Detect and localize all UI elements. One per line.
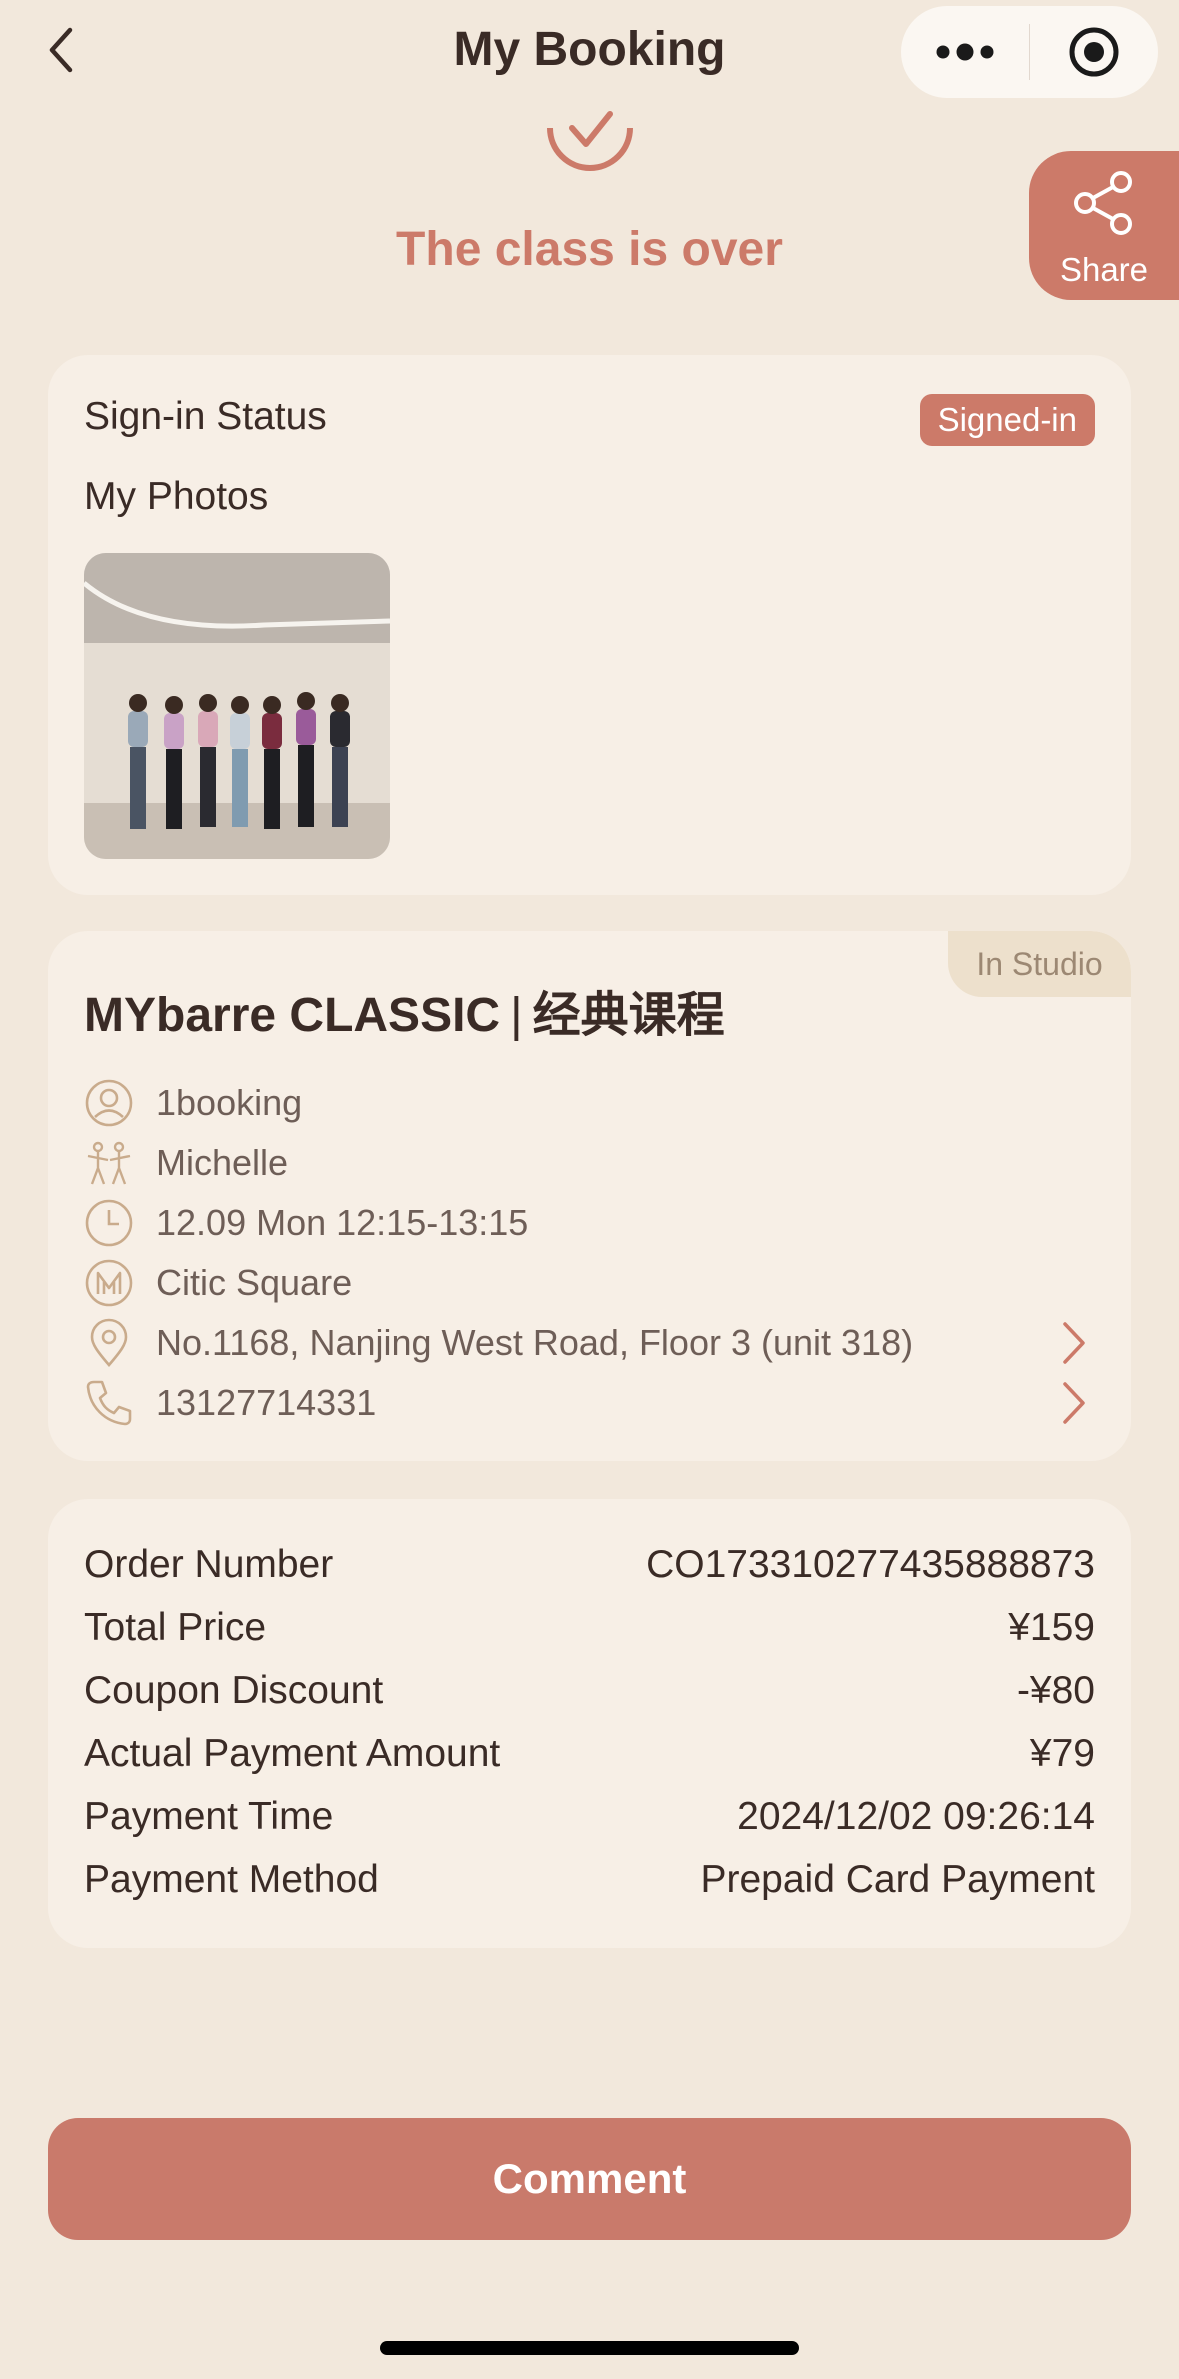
time-row: 12.09 Mon 12:15-13:15 <box>84 1193 1095 1253</box>
comment-button[interactable]: Comment <box>48 2118 1131 2240</box>
class-time: 12.09 Mon 12:15-13:15 <box>156 1202 529 1243</box>
signin-card: Sign-in Status Signed-in My Photos <box>48 355 1131 895</box>
signin-status-label: Sign-in Status <box>84 395 327 438</box>
studio-row: Citic Square <box>84 1253 1095 1313</box>
more-dots-icon <box>936 43 994 61</box>
instructor-icon <box>84 1138 134 1188</box>
share-button[interactable]: Share <box>1029 151 1179 300</box>
phone-row[interactable]: 13127714331 <box>84 1373 1095 1433</box>
booking-count: 1booking <box>156 1082 303 1123</box>
status-badge: Signed-in <box>919 394 1095 446</box>
payment-method-row: Payment Method Prepaid Card Payment <box>84 1850 1095 1910</box>
class-status-text: The class is over <box>396 223 783 276</box>
mini-program-capsule <box>901 6 1158 98</box>
total-price-value: ¥159 <box>1008 1606 1095 1649</box>
payment-time-label: Payment Time <box>84 1795 334 1838</box>
payment-method-label: Payment Method <box>84 1858 379 1901</box>
instructor-row: Michelle <box>84 1133 1095 1193</box>
record-circle-icon <box>1069 27 1119 77</box>
payment-time-value: 2024/12/02 09:26:14 <box>737 1795 1095 1838</box>
address-row[interactable]: No.1168, Nanjing West Road, Floor 3 (uni… <box>84 1313 1095 1373</box>
instructor-name: Michelle <box>156 1142 289 1183</box>
actual-payment-value: ¥79 <box>1029 1732 1095 1775</box>
chevron-right-icon <box>1063 1382 1085 1424</box>
home-indicator <box>380 2341 799 2355</box>
class-photo-thumbnail[interactable] <box>84 553 390 859</box>
total-price-label: Total Price <box>84 1606 267 1649</box>
more-button[interactable] <box>901 6 1029 98</box>
total-price-row: Total Price ¥159 <box>84 1598 1095 1658</box>
studio-logo-icon <box>84 1258 134 1308</box>
class-title-en: MYbarre CLASSIC <box>84 989 501 1042</box>
payment-time-row: Payment Time 2024/12/02 09:26:14 <box>84 1787 1095 1847</box>
studio-name: Citic Square <box>156 1262 353 1303</box>
order-number-row: Order Number CO173310277435888873 <box>84 1535 1095 1595</box>
clock-icon <box>84 1198 134 1248</box>
class-title-cn: 经典课程 <box>532 989 725 1042</box>
share-label: Share <box>1059 251 1149 288</box>
class-type-tag: In Studio <box>948 931 1131 997</box>
coupon-discount-value: -¥80 <box>1016 1669 1095 1712</box>
actual-payment-label: Actual Payment Amount <box>84 1732 501 1775</box>
chevron-right-icon <box>1063 1322 1085 1364</box>
location-pin-icon <box>84 1318 134 1368</box>
studio-address: No.1168, Nanjing West Road, Floor 3 (uni… <box>156 1322 914 1363</box>
order-details-card: Order Number CO173310277435888873 Total … <box>48 1499 1131 1948</box>
class-info-card: In Studio MYbarre CLASSIC | 经典课程 1booking … <box>48 931 1131 1461</box>
coupon-discount-row: Coupon Discount -¥80 <box>84 1661 1095 1721</box>
user-icon <box>84 1078 134 1128</box>
share-icon <box>1074 171 1132 235</box>
booking-row: 1booking <box>84 1073 1095 1133</box>
my-photos-label: My Photos <box>84 475 269 518</box>
close-mini-program-button[interactable] <box>1030 6 1158 98</box>
order-number-label: Order Number <box>84 1543 334 1586</box>
phone-icon <box>84 1378 134 1428</box>
payment-method-value: Prepaid Card Payment <box>700 1858 1095 1901</box>
studio-phone: 13127714331 <box>156 1382 377 1423</box>
actual-payment-row: Actual Payment Amount ¥79 <box>84 1724 1095 1784</box>
group-photo-image <box>84 553 390 859</box>
title-separator: | <box>510 989 523 1042</box>
order-number-value: CO173310277435888873 <box>646 1543 1095 1586</box>
coupon-discount-label: Coupon Discount <box>84 1669 384 1712</box>
check-circle-icon <box>547 111 633 171</box>
class-title: MYbarre CLASSIC | 经典课程 <box>84 975 725 1045</box>
